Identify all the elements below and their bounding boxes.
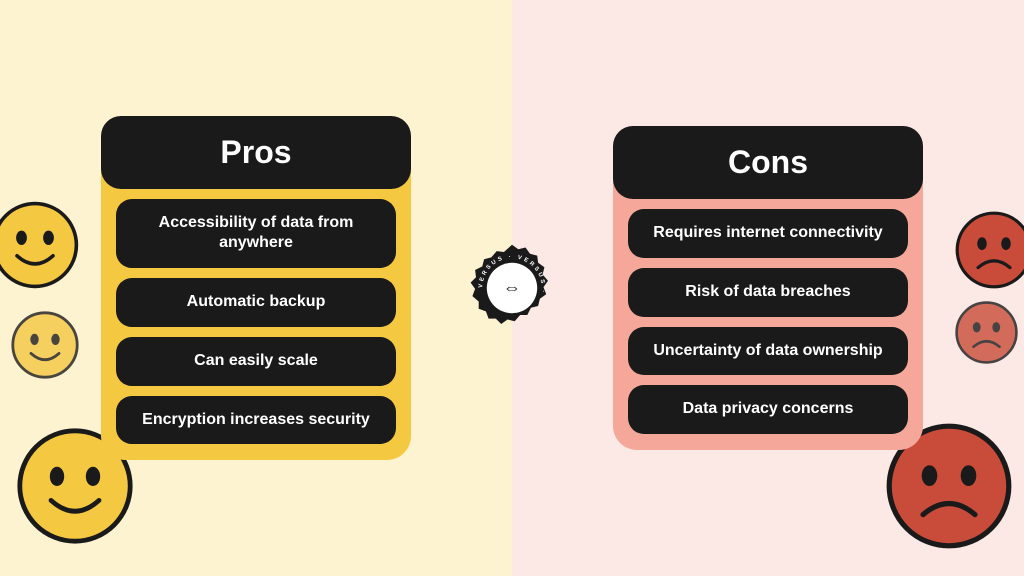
pros-item-3: Can easily scale	[116, 337, 396, 386]
cons-header: Cons	[613, 126, 923, 199]
cons-item-3-text: Uncertainty of data ownership	[653, 342, 882, 359]
cons-item-2-text: Risk of data breaches	[685, 283, 850, 300]
pros-title: Pros	[220, 134, 291, 170]
pros-card: Pros Accessibility of data from anywhere…	[101, 116, 411, 461]
pros-item-2: Automatic backup	[116, 278, 396, 327]
pros-header: Pros	[101, 116, 411, 189]
svg-text:⇔: ⇔	[503, 277, 521, 297]
pros-item-4: Encryption increases security	[116, 396, 396, 445]
pros-item-3-text: Can easily scale	[194, 352, 318, 369]
pros-item-1: Accessibility of data from anywhere	[116, 199, 396, 269]
cons-title: Cons	[728, 144, 808, 180]
cons-card: Cons Requires internet connectivity Risk…	[613, 126, 923, 450]
happy-smiley-1	[0, 200, 80, 290]
pros-item-1-text: Accessibility of data from anywhere	[159, 214, 354, 252]
cons-item-1: Requires internet connectivity	[628, 209, 908, 258]
sad-smiley-1	[954, 210, 1024, 290]
cons-item-1-text: Requires internet connectivity	[653, 224, 882, 241]
versus-badge-svg: ⇔ VERSUS · VERSUS · ~	[467, 243, 557, 333]
left-panel: Pros Accessibility of data from anywhere…	[0, 0, 512, 576]
cons-item-4: Data privacy concerns	[628, 385, 908, 434]
right-panel: Cons Requires internet connectivity Risk…	[512, 0, 1024, 576]
cons-item-3: Uncertainty of data ownership	[628, 327, 908, 376]
sad-smiley-2	[954, 300, 1019, 365]
cons-item-2: Risk of data breaches	[628, 268, 908, 317]
cons-item-4-text: Data privacy concerns	[683, 400, 854, 417]
pros-item-2-text: Automatic backup	[187, 293, 326, 310]
versus-badge: ⇔ VERSUS · VERSUS · ~	[467, 243, 557, 333]
pros-item-4-text: Encryption increases security	[142, 411, 370, 428]
happy-smiley-2	[10, 310, 80, 380]
